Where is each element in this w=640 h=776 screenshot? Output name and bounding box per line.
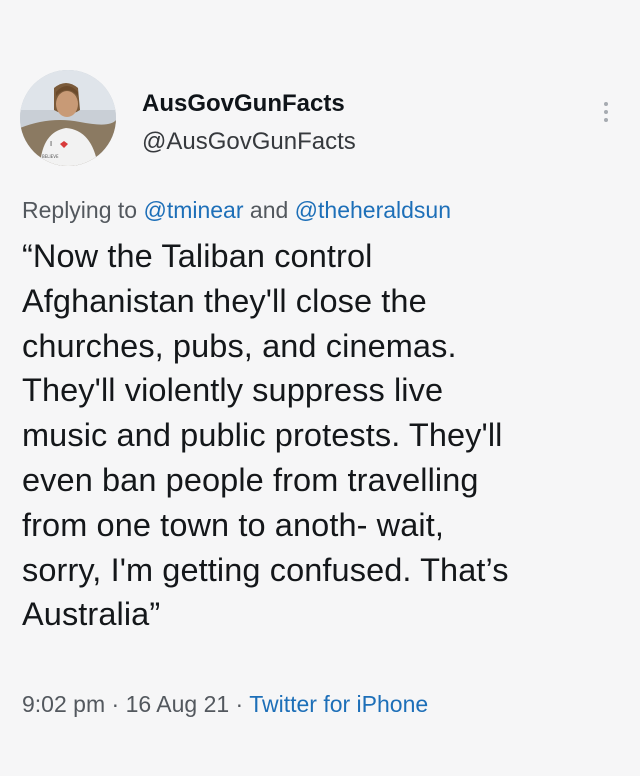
meta-separator: ·	[229, 691, 250, 717]
display-name[interactable]: AusGovGunFacts	[142, 90, 356, 118]
replying-to-label: Replying to	[22, 197, 144, 223]
svg-text:BELIEVE: BELIEVE	[42, 154, 59, 159]
avatar[interactable]: I BELIEVE	[20, 70, 116, 166]
more-vertical-icon[interactable]	[592, 92, 620, 132]
mention-tminear[interactable]: @tminear	[143, 197, 243, 223]
svg-text:I: I	[50, 140, 52, 148]
user-handle[interactable]: @AusGovGunFacts	[142, 128, 356, 156]
tweet-text: “Now the Taliban control Afghanistan the…	[22, 238, 509, 633]
user-names: AusGovGunFacts @AusGovGunFacts	[142, 90, 356, 156]
tweet-source[interactable]: Twitter for iPhone	[249, 691, 428, 717]
tweet-time[interactable]: 9:02 pm	[22, 691, 105, 717]
tweet-card: I BELIEVE AusGovGunFacts @AusGovGunFacts…	[0, 0, 640, 776]
meta-separator: ·	[105, 691, 126, 717]
tweet-date[interactable]: 16 Aug 21	[126, 691, 230, 717]
tweet-meta: 9:02 pm · 16 Aug 21 · Twitter for iPhone	[22, 690, 428, 718]
tweet-header: I BELIEVE AusGovGunFacts @AusGovGunFacts	[20, 70, 620, 170]
mention-theheraldsun[interactable]: @theheraldsun	[295, 197, 451, 223]
avatar-photo: I BELIEVE	[20, 70, 116, 166]
replying-to: Replying to @tminear and @theheraldsun	[22, 196, 451, 224]
replying-to-conjunction: and	[243, 197, 295, 223]
